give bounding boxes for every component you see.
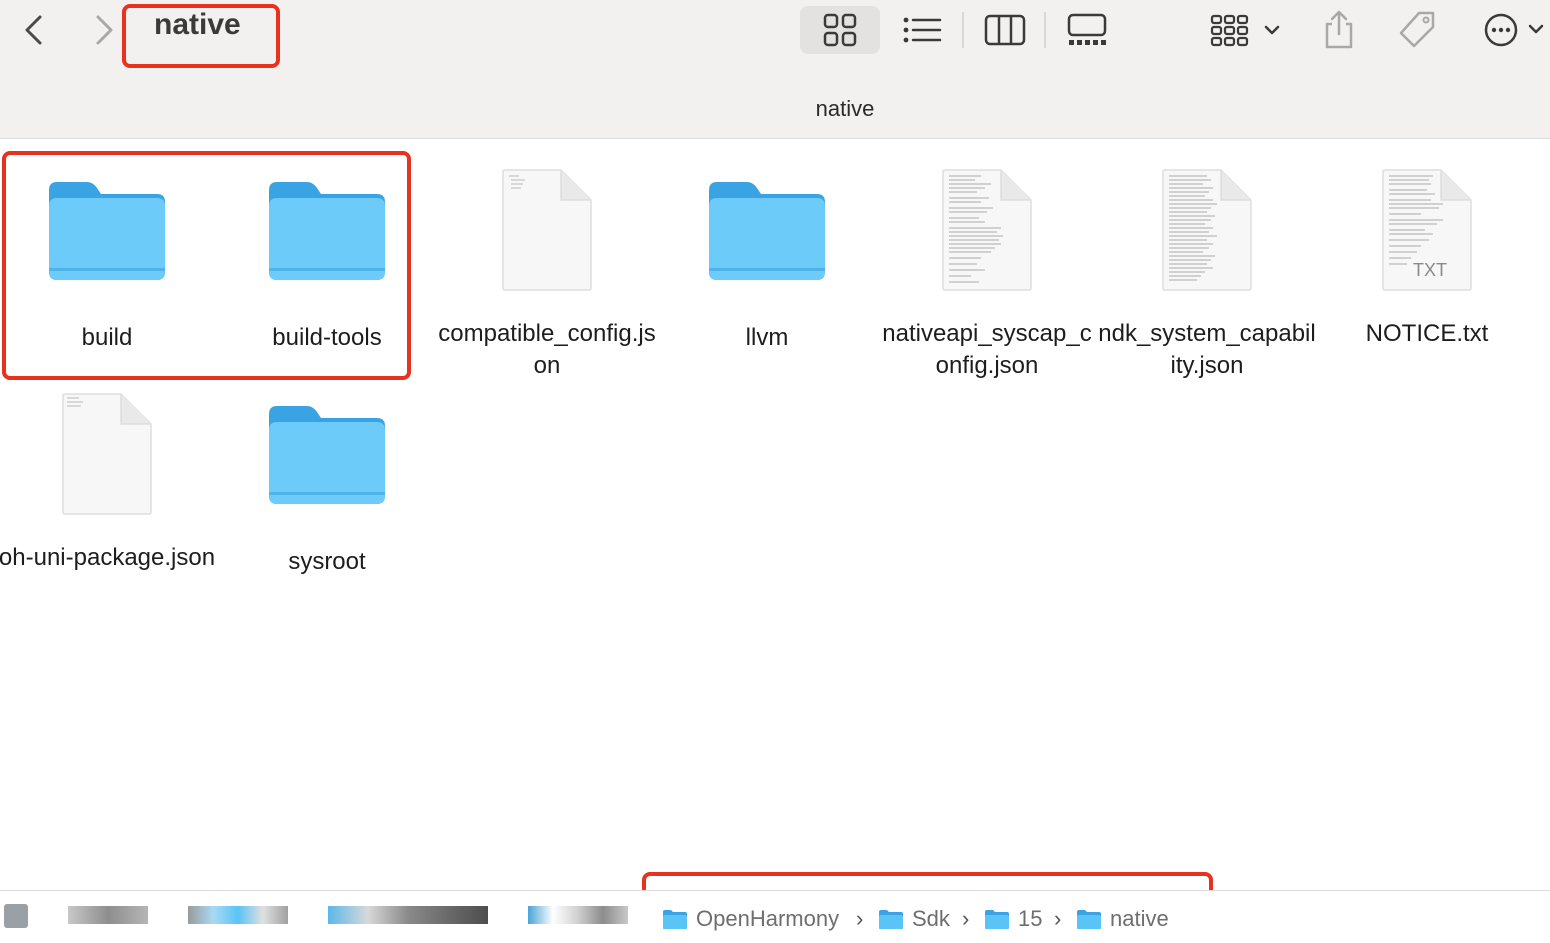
breadcrumb-label: OpenHarmony — [696, 906, 840, 931]
share-icon — [1325, 10, 1353, 49]
breadcrumb-item[interactable]: OpenHarmony — [662, 904, 839, 934]
toolbar-divider — [962, 12, 964, 48]
toolbar: native native — [0, 0, 1550, 139]
tag-icon — [1399, 11, 1435, 48]
group-icon — [1210, 14, 1280, 47]
window-title: native — [154, 8, 241, 41]
chevron-right-icon: › — [1054, 906, 1062, 931]
file-item-sysroot[interactable]: sysroot — [217, 396, 437, 606]
breadcrumb-label: native — [1110, 906, 1169, 931]
folder-icon — [985, 910, 1009, 929]
icon-view-icon — [823, 13, 857, 47]
file-label: sysroot — [288, 548, 366, 575]
more-icon — [1484, 13, 1544, 47]
file-item-nativeapi-syscap-config[interactable]: nativeapi_syscap_config.json — [877, 168, 1097, 379]
file-item-oh-uni-package[interactable]: oh-uni-package.json — [0, 392, 217, 602]
folder-icon — [1077, 910, 1101, 929]
folder-icon — [709, 182, 825, 280]
folder-icon — [49, 182, 165, 280]
path-title: native — [815, 96, 875, 121]
breadcrumb-label: Sdk — [912, 906, 950, 931]
gallery-view-icon — [1067, 13, 1107, 45]
file-label: NOTICE.txt — [1365, 320, 1489, 347]
redacted-segment — [528, 906, 628, 924]
file-label: compatible_config.json — [438, 320, 656, 379]
breadcrumb-item[interactable]: Sdk — [878, 904, 950, 934]
document-icon — [942, 169, 1032, 291]
back-button[interactable] — [14, 10, 54, 50]
file-label: ndk_system_capability.json — [1098, 320, 1316, 379]
folder-icon — [269, 406, 385, 504]
file-label: build — [81, 324, 133, 351]
share-button[interactable] — [1316, 6, 1362, 54]
file-item-notice[interactable]: TXT NOTICE.txt — [1317, 168, 1537, 378]
redacted-segment — [68, 906, 148, 924]
gallery-view-button[interactable] — [1062, 6, 1112, 54]
folder-icon — [663, 910, 687, 929]
list-view-button[interactable] — [896, 6, 948, 54]
list-view-icon — [903, 17, 942, 43]
file-label: llvm — [745, 324, 789, 351]
folder-icon — [269, 182, 385, 280]
document-icon — [1162, 169, 1252, 291]
breadcrumb-item[interactable]: native — [1076, 904, 1169, 934]
chevron-right-icon: › — [856, 906, 864, 931]
file-label: build-tools — [272, 324, 382, 351]
file-item-build[interactable]: build — [0, 172, 217, 382]
file-item-build-tools[interactable]: build-tools — [217, 172, 437, 382]
document-icon — [502, 169, 592, 291]
file-item-llvm[interactable]: llvm — [657, 172, 877, 382]
tag-button[interactable] — [1394, 6, 1440, 54]
redacted-segment — [188, 906, 288, 924]
folder-icon — [879, 910, 903, 929]
document-icon — [62, 393, 152, 515]
file-label: oh-uni-package.json — [0, 544, 216, 571]
file-item-compatible-config[interactable]: compatible_config.json — [437, 168, 657, 379]
redacted-segment — [328, 906, 488, 924]
chevron-left-icon — [25, 15, 42, 45]
file-item-ndk-system-capability[interactable]: ndk_system_capability.json — [1097, 168, 1317, 379]
breadcrumb-item[interactable]: 15 — [984, 904, 1042, 934]
file-label: nativeapi_syscap_config.json — [882, 320, 1092, 379]
group-button[interactable] — [1204, 6, 1288, 54]
txt-badge: TXT — [1413, 260, 1447, 280]
more-button[interactable] — [1480, 6, 1550, 54]
icon-view-button[interactable] — [800, 6, 880, 54]
forward-button[interactable] — [84, 10, 124, 50]
toolbar-divider — [1044, 12, 1046, 48]
column-view-button[interactable] — [980, 6, 1030, 54]
chevron-right-icon — [96, 15, 113, 45]
disk-icon — [4, 904, 28, 928]
column-view-icon — [984, 14, 1026, 46]
breadcrumb-label: 15 — [1018, 906, 1043, 931]
chevron-right-icon: › — [962, 906, 970, 931]
